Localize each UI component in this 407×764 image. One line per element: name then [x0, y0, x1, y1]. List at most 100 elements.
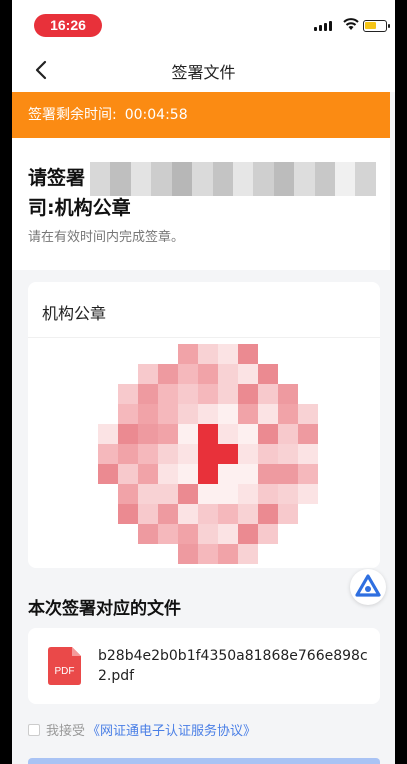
seal-mosaic-cell	[138, 464, 158, 484]
seal-mosaic-cell	[118, 444, 138, 464]
seal-mosaic-cell	[218, 364, 238, 384]
seal-mosaic-cell	[298, 424, 318, 444]
seal-mosaic-cell	[198, 464, 218, 484]
redacted-company-name	[90, 162, 376, 196]
seal-mosaic-cell	[158, 424, 178, 444]
seal-mosaic-cell	[238, 504, 258, 524]
seal-mosaic-cell	[218, 524, 238, 544]
seal-mosaic-cell	[258, 364, 278, 384]
seal-mosaic-cell	[258, 524, 278, 544]
battery-icon	[363, 20, 390, 32]
seal-mosaic-cell	[138, 424, 158, 444]
seal-mosaic-cell	[198, 504, 218, 524]
signal-icon	[314, 21, 332, 31]
agreement-text: 我接受	[46, 724, 86, 739]
seal-mosaic-cell	[258, 424, 278, 444]
seal-mosaic-cell	[178, 464, 198, 484]
seal-mosaic-cell	[118, 424, 138, 444]
seal-mosaic-cell	[138, 404, 158, 424]
seal-mosaic-cell	[198, 424, 218, 444]
seal-mosaic-cell	[218, 384, 238, 404]
request-hint: 请在有效时间内完成签章。	[28, 230, 185, 245]
seal-mosaic-cell	[218, 484, 238, 504]
seal-mosaic-cell	[138, 524, 158, 544]
seal-mosaic-cell	[138, 364, 158, 384]
seal-mosaic-cell	[118, 404, 138, 424]
seal-mosaic-cell	[198, 344, 218, 364]
seal-mosaic-cell	[158, 384, 178, 404]
seal-mosaic-cell	[218, 344, 238, 364]
seal-mosaic-cell	[278, 404, 298, 424]
seal-mosaic-cell	[158, 464, 178, 484]
seal-mosaic-cell	[258, 444, 278, 464]
seal-mosaic-cell	[258, 484, 278, 504]
seal-mosaic-cell	[238, 484, 258, 504]
seal-mosaic-cell	[138, 484, 158, 504]
seal-mosaic-cell	[298, 464, 318, 484]
files-section-title: 本次签署对应的文件	[28, 599, 181, 619]
seal-mosaic-cell	[198, 524, 218, 544]
signing-request-header: 请签署 司:机构公章 请在有效时间内完成签章。	[12, 138, 390, 270]
pdf-icon-label: PDF	[55, 666, 75, 677]
seal-mosaic-cell	[218, 424, 238, 444]
seal-mosaic-cell	[278, 384, 298, 404]
wifi-icon	[343, 18, 359, 30]
seal-mosaic-cell	[238, 464, 258, 484]
seal-mosaic-cell	[138, 444, 158, 464]
seal-mosaic-cell	[238, 384, 258, 404]
seal-mosaic-cell	[178, 524, 198, 544]
seal-mosaic-cell	[298, 484, 318, 504]
status-time: 16:26	[34, 14, 102, 37]
seal-mosaic-cell	[178, 544, 198, 564]
seal-mosaic-cell	[198, 484, 218, 504]
seal-mosaic-cell	[158, 364, 178, 384]
seal-mosaic-cell	[218, 544, 238, 564]
seal-mosaic-cell	[298, 444, 318, 464]
seal-mosaic-cell	[158, 504, 178, 524]
seal-mosaic-cell	[238, 344, 258, 364]
request-title-prefix: 请签署	[28, 167, 86, 189]
nav-bar: 签署文件	[12, 46, 395, 92]
seal-mosaic-cell	[98, 444, 118, 464]
seal-mosaic-cell	[158, 524, 178, 544]
seal-mosaic-cell	[158, 484, 178, 504]
seal-mosaic-cell	[178, 484, 198, 504]
divider	[28, 337, 380, 338]
page-title: 签署文件	[171, 63, 236, 82]
seal-mosaic-cell	[198, 404, 218, 424]
seal-mosaic-cell	[118, 504, 138, 524]
seal-mosaic-cell	[98, 464, 118, 484]
seal-mosaic-cell	[218, 464, 238, 484]
seal-mosaic-cell	[278, 484, 298, 504]
seal-mosaic-cell	[278, 504, 298, 524]
seal-mosaic-cell	[178, 344, 198, 364]
floating-assistant-icon[interactable]	[350, 569, 386, 605]
seal-mosaic-cell	[118, 484, 138, 504]
file-item[interactable]: PDF b28b4e2b0b1f4350a81868e766e898c2.pdf	[28, 628, 380, 704]
seal-mosaic-cell	[238, 404, 258, 424]
screen-edge-right	[395, 0, 407, 764]
seal-mosaic-cell	[138, 384, 158, 404]
seal-mosaic-cell	[178, 384, 198, 404]
seal-mosaic-cell	[298, 404, 318, 424]
seal-mosaic-cell	[278, 424, 298, 444]
seal-mosaic-cell	[178, 504, 198, 524]
seal-mosaic-cell	[238, 544, 258, 564]
status-bar: 16:26	[12, 0, 395, 46]
seal-mosaic-cell	[198, 364, 218, 384]
seal-mosaic-cell	[258, 404, 278, 424]
seal-mosaic-cell	[238, 444, 258, 464]
signing-screen: 16:26 签署文件 签署剩余时间: 00:04:58 请签署 司:机构公章 请…	[0, 0, 407, 764]
seal-mosaic-cell	[218, 504, 238, 524]
countdown-value: 00:04:58	[124, 107, 188, 123]
agreement-link[interactable]: 《网证通电子认证服务协议》	[87, 720, 256, 739]
seal-mosaic-cell	[238, 524, 258, 544]
seal-mosaic-cell	[158, 404, 178, 424]
submit-button[interactable]	[28, 758, 380, 764]
seal-mosaic-cell	[238, 424, 258, 444]
seal-mosaic-cell	[238, 364, 258, 384]
seal-mosaic-cell	[218, 444, 238, 464]
request-title-line2: 司:机构公章	[28, 197, 131, 219]
agreement-checkbox[interactable]	[28, 723, 40, 736]
seal-mosaic-cell	[278, 444, 298, 464]
